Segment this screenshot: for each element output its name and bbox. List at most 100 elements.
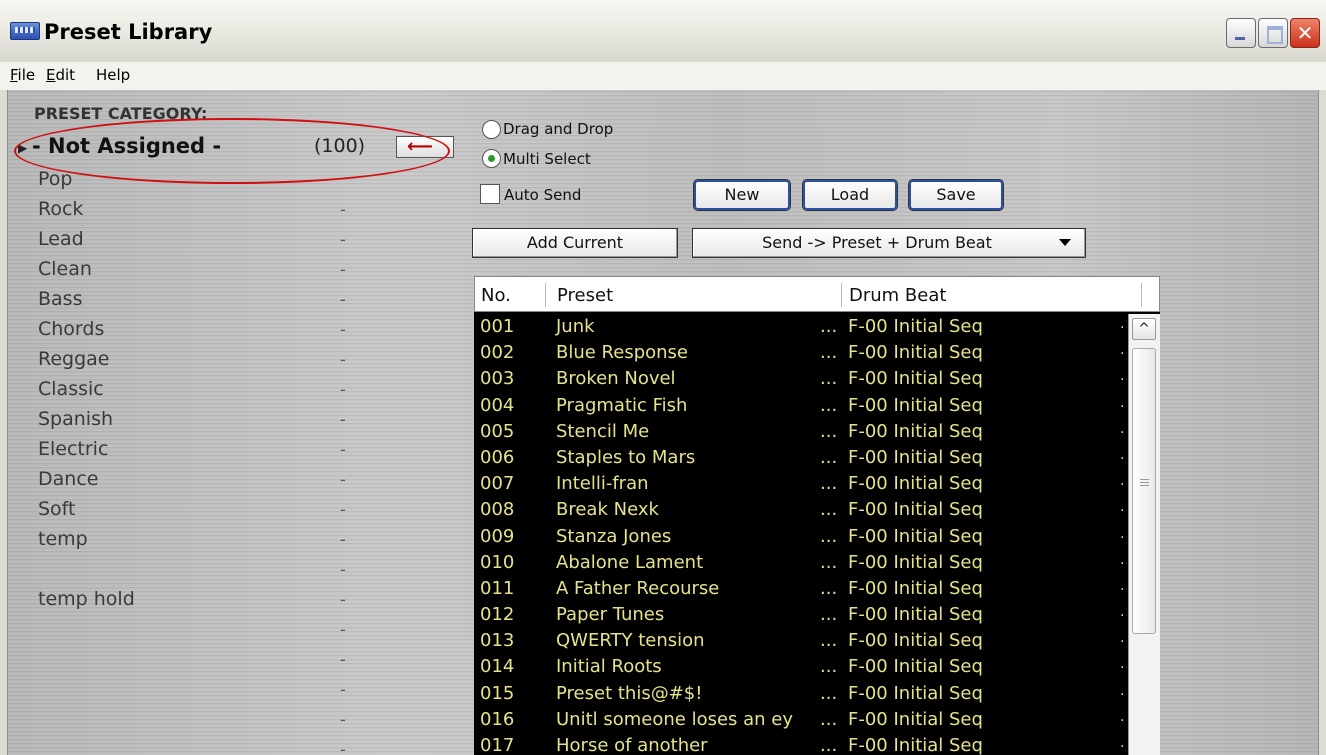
- column-header-preset[interactable]: Preset: [557, 285, 613, 306]
- menu-edit[interactable]: Edit: [46, 66, 75, 84]
- column-divider[interactable]: [1141, 283, 1142, 307]
- title-bar[interactable]: Preset Library ✕: [0, 0, 1326, 62]
- table-row[interactable]: 011 A Father Recourse... F-00 Initial Seq.: [474, 576, 1128, 602]
- category-item[interactable]: Lead -: [38, 226, 418, 256]
- table-row[interactable]: 012 Paper Tunes... F-00 Initial Seq.: [474, 602, 1128, 628]
- drag-drop-label: Drag and Drop: [503, 120, 614, 138]
- preset-name: Break Nexk: [556, 499, 659, 521]
- table-row[interactable]: 002 Blue Response... F-00 Initial Seq.: [474, 340, 1128, 366]
- selected-category-name: - Not Assigned -: [32, 134, 222, 158]
- drag-drop-radio[interactable]: [482, 120, 501, 139]
- category-label: Soft: [38, 498, 76, 520]
- vertical-scrollbar[interactable]: ^: [1128, 314, 1160, 755]
- close-button[interactable]: ✕: [1290, 18, 1320, 48]
- category-item[interactable]: -: [38, 556, 418, 586]
- category-item[interactable]: Soft -: [38, 496, 418, 526]
- category-item[interactable]: Pop: [38, 166, 418, 196]
- selected-category-row[interactable]: ▶ - Not Assigned - (100) ⟵: [14, 132, 454, 164]
- table-row[interactable]: 008 Break Nexk... F-00 Initial Seq.: [474, 497, 1128, 523]
- category-item[interactable]: Reggae -: [38, 346, 418, 376]
- table-row[interactable]: 014 Initial Roots... F-00 Initial Seq.: [474, 654, 1128, 680]
- table-row[interactable]: 013 QWERTY tension... F-00 Initial Seq.: [474, 628, 1128, 654]
- category-label: temp: [38, 528, 88, 550]
- preset-number: 002: [480, 342, 515, 364]
- column-header-no[interactable]: No.: [481, 285, 511, 306]
- column-divider[interactable]: [545, 283, 546, 307]
- selected-category-count: (100): [314, 135, 366, 157]
- minimize-button[interactable]: [1226, 18, 1256, 48]
- app-icon: [10, 22, 40, 40]
- table-row[interactable]: 003 Broken Novel... F-00 Initial Seq.: [474, 366, 1128, 392]
- menu-file[interactable]: File: [10, 66, 35, 84]
- category-item[interactable]: Spanish -: [38, 406, 418, 436]
- column-divider[interactable]: [841, 283, 842, 307]
- preset-number: 006: [480, 446, 515, 468]
- send-mode-dropdown[interactable]: Send -> Preset + Drum Beat: [692, 228, 1086, 258]
- new-button[interactable]: New: [693, 179, 791, 211]
- row-edge-marker: .: [1120, 368, 1125, 385]
- category-item[interactable]: Dance -: [38, 466, 418, 496]
- ellipsis-marker: ...: [820, 420, 838, 442]
- category-item[interactable]: Rock -: [38, 196, 418, 226]
- preset-name: Stanza Jones: [556, 525, 672, 547]
- multi-select-radio[interactable]: [482, 149, 501, 168]
- category-label: Electric: [38, 438, 109, 460]
- save-button[interactable]: Save: [908, 179, 1004, 211]
- drum-beat: F-00 Initial Seq: [848, 735, 983, 755]
- category-item[interactable]: Chords -: [38, 316, 418, 346]
- category-count: -: [340, 440, 346, 459]
- table-row[interactable]: 009 Stanza Jones... F-00 Initial Seq.: [474, 524, 1128, 550]
- menu-help[interactable]: Help: [96, 66, 130, 84]
- table-row[interactable]: 007 Intelli-fran... F-00 Initial Seq.: [474, 471, 1128, 497]
- category-label: Reggae: [38, 348, 110, 370]
- row-edge-marker: .: [1120, 394, 1125, 411]
- table-row[interactable]: 010 Abalone Lament... F-00 Initial Seq.: [474, 550, 1128, 576]
- category-item[interactable]: -: [38, 706, 418, 736]
- category-item[interactable]: Classic -: [38, 376, 418, 406]
- add-current-button[interactable]: Add Current: [472, 228, 678, 258]
- preset-name: Horse of another: [556, 735, 708, 755]
- category-item[interactable]: temp hold -: [38, 586, 418, 616]
- column-header-drum-beat[interactable]: Drum Beat: [849, 285, 946, 306]
- category-item[interactable]: -: [38, 616, 418, 646]
- category-count: -: [340, 650, 346, 669]
- drum-beat: F-00 Initial Seq: [848, 446, 983, 468]
- category-item[interactable]: -: [38, 736, 418, 755]
- category-label: Spanish: [38, 408, 114, 430]
- category-item[interactable]: temp -: [38, 526, 418, 556]
- category-item[interactable]: Electric -: [38, 436, 418, 466]
- preset-number: 011: [480, 577, 515, 599]
- scroll-up-button[interactable]: ^: [1132, 318, 1156, 340]
- category-count: -: [340, 620, 346, 639]
- preset-number: 001: [480, 316, 515, 337]
- category-label: Rock: [38, 198, 84, 220]
- category-item[interactable]: Bass -: [38, 286, 418, 316]
- maximize-button[interactable]: [1258, 18, 1288, 48]
- table-row[interactable]: 001 Junk... F-00 Initial Seq.: [474, 314, 1128, 340]
- drum-beat: F-00 Initial Seq: [848, 394, 983, 416]
- row-edge-marker: .: [1120, 446, 1125, 463]
- table-row[interactable]: 017 Horse of another... F-00 Initial Seq.: [474, 733, 1128, 755]
- category-count: -: [340, 560, 346, 579]
- table-row[interactable]: 004 Pragmatic Fish... F-00 Initial Seq.: [474, 393, 1128, 419]
- window-frame-left: [0, 90, 8, 755]
- table-row[interactable]: 016 Unitl someone loses an ey... F-00 Init…: [474, 707, 1128, 733]
- category-count: -: [340, 380, 346, 399]
- auto-send-checkbox[interactable]: [480, 184, 500, 204]
- table-row[interactable]: 015 Preset this@#$!... F-00 Initial Seq.: [474, 681, 1128, 707]
- ellipsis-marker: ...: [820, 499, 838, 521]
- preset-number: 016: [480, 708, 515, 730]
- preset-number: 005: [480, 420, 515, 442]
- table-row[interactable]: 006 Staples to Mars... F-00 Initial Seq.: [474, 445, 1128, 471]
- scroll-thumb[interactable]: [1132, 348, 1156, 634]
- load-button[interactable]: Load: [802, 179, 898, 211]
- category-item[interactable]: Clean -: [38, 256, 418, 286]
- row-edge-marker: .: [1120, 420, 1125, 437]
- row-edge-marker: .: [1120, 342, 1125, 359]
- drum-beat: F-00 Initial Seq: [848, 368, 983, 390]
- category-item[interactable]: -: [38, 646, 418, 676]
- row-edge-marker: .: [1120, 604, 1125, 621]
- assign-arrow-button[interactable]: ⟵: [396, 136, 454, 158]
- category-item[interactable]: -: [38, 676, 418, 706]
- table-row[interactable]: 005 Stencil Me... F-00 Initial Seq.: [474, 419, 1128, 445]
